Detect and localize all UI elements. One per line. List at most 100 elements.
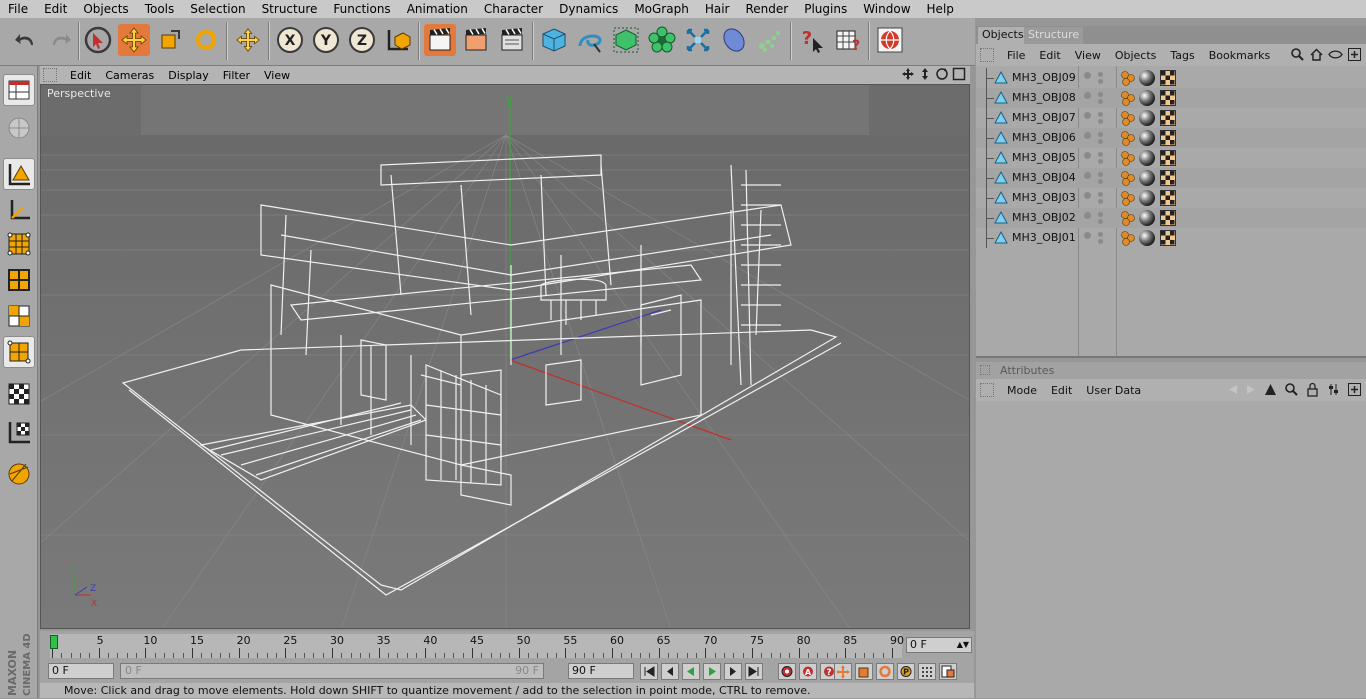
- material-tag-icon[interactable]: [1138, 129, 1156, 147]
- object-axis-mode-button[interactable]: [3, 194, 35, 226]
- attributes-panel-grip-icon[interactable]: [980, 383, 994, 397]
- render-visibility-dot[interactable]: [1098, 99, 1103, 104]
- maximize-view-icon[interactable]: [952, 67, 966, 81]
- up-arrow-icon[interactable]: [1263, 382, 1278, 397]
- coordinate-system-button[interactable]: [382, 24, 414, 56]
- object-name[interactable]: MH3_OBJ09: [1012, 71, 1076, 84]
- om-menu-tags[interactable]: Tags: [1163, 49, 1201, 62]
- render-visibility-dot[interactable]: [1098, 192, 1103, 197]
- next-key-icon[interactable]: [724, 663, 742, 680]
- undo-button[interactable]: [10, 24, 42, 56]
- render-visibility-dot[interactable]: [1098, 112, 1103, 117]
- phong-tag-icon[interactable]: [1120, 90, 1136, 106]
- render-visibility-dot[interactable]: [1098, 239, 1103, 244]
- menu-structure[interactable]: Structure: [254, 2, 326, 16]
- viewport-menu-display[interactable]: Display: [161, 69, 216, 82]
- material-tag-icon[interactable]: [1138, 89, 1156, 107]
- om-menu-bookmarks[interactable]: Bookmarks: [1202, 49, 1277, 62]
- scale-tool-button[interactable]: [154, 24, 186, 56]
- model-mode-button[interactable]: [3, 158, 35, 190]
- render-visibility-dot[interactable]: [1098, 232, 1103, 237]
- search-icon[interactable]: [1284, 382, 1299, 397]
- add-environment-button[interactable]: [718, 24, 750, 56]
- render-visibility-dot[interactable]: [1098, 199, 1103, 204]
- texture-tag-icon[interactable]: [1160, 170, 1176, 186]
- viewport-grip-icon[interactable]: [43, 68, 57, 82]
- z-axis-lock-button[interactable]: Z: [346, 24, 378, 56]
- editor-visibility-dot[interactable]: [1084, 152, 1091, 159]
- online-globe-button[interactable]: [874, 24, 906, 56]
- rotate-tool-button[interactable]: [190, 24, 222, 56]
- lock-icon[interactable]: [1305, 382, 1320, 397]
- phong-tag-icon[interactable]: [1120, 170, 1136, 186]
- x-axis-lock-button[interactable]: X: [274, 24, 306, 56]
- uv-mode-button[interactable]: [3, 336, 35, 368]
- phong-tag-icon[interactable]: [1120, 190, 1136, 206]
- perspective-viewport[interactable]: Y Y X Z Perspective: [40, 84, 970, 629]
- om-menu-file[interactable]: File: [1000, 49, 1032, 62]
- menu-window[interactable]: Window: [855, 2, 918, 16]
- add-array-button[interactable]: [646, 24, 678, 56]
- editor-visibility-dot[interactable]: [1084, 92, 1091, 99]
- back-forward-icon[interactable]: [1227, 382, 1257, 397]
- add-light-button[interactable]: [754, 24, 786, 56]
- move-tool-button[interactable]: [118, 24, 150, 56]
- render-visibility-dot[interactable]: [1098, 152, 1103, 157]
- eye-icon[interactable]: [1328, 47, 1343, 62]
- key-position-icon[interactable]: [834, 663, 852, 680]
- key-rotation-icon[interactable]: [876, 663, 894, 680]
- object-name[interactable]: MH3_OBJ06: [1012, 131, 1076, 144]
- help-pointer-button[interactable]: ?: [796, 24, 828, 56]
- render-visibility-dot[interactable]: [1098, 179, 1103, 184]
- editor-visibility-dot[interactable]: [1084, 192, 1091, 199]
- timeline-window-icon[interactable]: [939, 663, 957, 680]
- key-parameter-icon[interactable]: P: [897, 663, 915, 680]
- home-icon[interactable]: [1309, 47, 1324, 62]
- material-tag-icon[interactable]: [1138, 209, 1156, 227]
- menu-edit[interactable]: Edit: [36, 2, 75, 16]
- render-visibility-dot[interactable]: [1098, 92, 1103, 97]
- render-visibility-dot[interactable]: [1098, 212, 1103, 217]
- material-tag-icon[interactable]: [1138, 229, 1156, 247]
- object-name[interactable]: MH3_OBJ01: [1012, 231, 1076, 244]
- attr-menu-user-data[interactable]: User Data: [1079, 384, 1148, 397]
- zoom-view-icon[interactable]: [918, 67, 932, 81]
- editable-mode-button[interactable]: [3, 112, 35, 144]
- object-name[interactable]: MH3_OBJ07: [1012, 111, 1076, 124]
- play-forward-icon[interactable]: [703, 663, 721, 680]
- object-row[interactable]: MH3_OBJ06: [976, 128, 1366, 148]
- material-tag-icon[interactable]: [1138, 109, 1156, 127]
- settings-icon[interactable]: [1326, 382, 1341, 397]
- help-manual-button[interactable]: ?: [832, 24, 864, 56]
- render-visibility-dot[interactable]: [1098, 172, 1103, 177]
- autokey-icon[interactable]: A: [799, 663, 817, 680]
- key-pla-icon[interactable]: [918, 663, 936, 680]
- render-settings-button[interactable]: [496, 24, 528, 56]
- add-spline-button[interactable]: [574, 24, 606, 56]
- add-cube-button[interactable]: [538, 24, 570, 56]
- object-row[interactable]: MH3_OBJ07: [976, 108, 1366, 128]
- menu-tools[interactable]: Tools: [137, 2, 183, 16]
- object-name[interactable]: MH3_OBJ02: [1012, 211, 1076, 224]
- render-visibility-dot[interactable]: [1098, 159, 1103, 164]
- menu-dynamics[interactable]: Dynamics: [551, 2, 626, 16]
- y-axis-lock-button[interactable]: Y: [310, 24, 342, 56]
- editor-visibility-dot[interactable]: [1084, 72, 1091, 79]
- tab-structure[interactable]: Structure: [1024, 27, 1084, 44]
- start-frame-field[interactable]: 0 F: [48, 663, 114, 679]
- texture-tag-icon[interactable]: [1160, 110, 1176, 126]
- go-to-end-icon[interactable]: [745, 663, 763, 680]
- viewport-menu-view[interactable]: View: [257, 69, 297, 82]
- object-row[interactable]: MH3_OBJ09: [976, 68, 1366, 88]
- phong-tag-icon[interactable]: [1120, 230, 1136, 246]
- menu-animation[interactable]: Animation: [399, 2, 476, 16]
- edges-mode-button[interactable]: [3, 264, 35, 296]
- object-row[interactable]: MH3_OBJ02: [976, 208, 1366, 228]
- object-row[interactable]: MH3_OBJ01: [976, 228, 1366, 248]
- material-tag-icon[interactable]: [1138, 149, 1156, 167]
- phong-tag-icon[interactable]: [1120, 210, 1136, 226]
- object-row[interactable]: MH3_OBJ03: [976, 188, 1366, 208]
- texture-tag-icon[interactable]: [1160, 230, 1176, 246]
- add-generator-button[interactable]: [610, 24, 642, 56]
- frame-range-slider[interactable]: 0 F 90 F: [120, 663, 544, 679]
